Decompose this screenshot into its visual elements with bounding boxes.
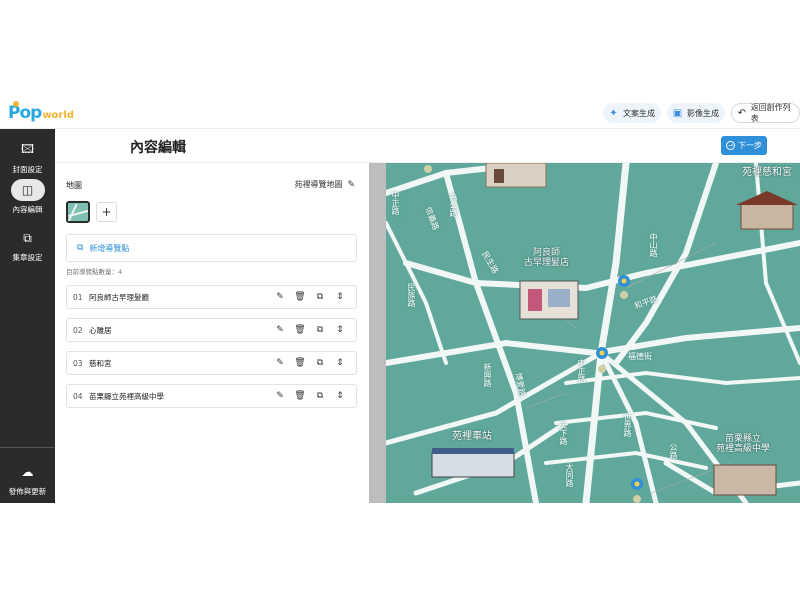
list-item[interactable]: 01 阿良師古早理髮廳 ✎ 🗑 ⧉ ⇕	[66, 285, 357, 309]
list-item[interactable]: 03 慈和宮 ✎ 🗑 ⧉ ⇕	[66, 351, 357, 375]
temple-image	[740, 202, 794, 230]
sidebar-item-label: 封面設定	[12, 165, 43, 174]
image-icon: 🖾	[20, 141, 35, 156]
point-name: 心雕居	[89, 325, 112, 335]
point-name: 苗栗縣立苑裡高級中學	[89, 391, 164, 401]
drag-handle-icon[interactable]: ⇕	[330, 292, 350, 302]
point-number: 02	[73, 325, 83, 335]
image-sparkle-icon: ▣	[672, 107, 683, 119]
add-external-icon: ⧉	[77, 243, 84, 253]
landmark-label-station: 苑裡車站	[452, 431, 492, 442]
edit-pencil-icon[interactable]: ✎	[347, 180, 355, 190]
cloud-upload-icon: ☁	[21, 465, 34, 479]
book-icon: ◫	[10, 179, 45, 201]
map-name-edit[interactable]: 苑裡導覽地圖 ✎	[294, 179, 355, 190]
street-label: 福德街	[628, 352, 652, 361]
delete-icon[interactable]: 🗑	[290, 292, 310, 302]
map-canvas[interactable]: 苑裡慈和宮 阿良師 古早理髮店 苑裡車站 苗栗縣立 苑裡高級中學 中山路 中正路…	[386, 163, 800, 503]
map-section-label: 地圖	[66, 181, 82, 190]
copy-generate-button[interactable]: ✦ 文案生成	[603, 103, 661, 123]
stamp-icon: ⧉	[23, 230, 32, 245]
point-count: 目前導覽點數量：4	[66, 268, 123, 276]
point-name: 阿良師古早理髮廳	[89, 292, 149, 302]
sidebar-item-publish[interactable]: ☁ 發佈與更新	[0, 461, 55, 497]
street-label: 民族路	[407, 283, 416, 307]
edit-icon[interactable]: ✎	[270, 325, 290, 335]
list-item[interactable]: 04 苗栗縣立苑裡高級中學 ✎ 🗑 ⧉ ⇕	[66, 384, 357, 408]
page-title: 內容編輯	[130, 140, 186, 156]
panel-separator	[369, 163, 386, 503]
point-name: 慈和宮	[89, 358, 112, 368]
sidebar-item-label: 發佈與更新	[8, 487, 47, 496]
sidebar-item-cover[interactable]: 🖾 封面設定	[0, 139, 55, 175]
delete-icon[interactable]: 🗑	[290, 325, 310, 335]
next-step-button[interactable]: → 下一步	[721, 136, 767, 155]
drag-handle-icon[interactable]: ⇕	[330, 391, 350, 401]
map-pin-icon[interactable]	[631, 478, 643, 503]
drag-handle-icon[interactable]: ⇕	[330, 325, 350, 335]
sparkle-icon: ✦	[609, 107, 618, 119]
duplicate-icon[interactable]: ⧉	[310, 292, 330, 302]
content-header: 內容編輯 → 下一步	[55, 129, 800, 163]
next-step-label: 下一步	[738, 141, 762, 150]
image-generate-button[interactable]: ▣ 影像生成	[667, 103, 725, 123]
back-arrow-icon: ↶	[737, 107, 747, 119]
add-map-button[interactable]: +	[96, 202, 117, 222]
arrow-right-circle-icon: →	[726, 141, 735, 150]
duplicate-icon[interactable]: ⧉	[310, 325, 330, 335]
station-image	[431, 452, 515, 478]
edit-icon[interactable]: ✎	[270, 292, 290, 302]
delete-icon[interactable]: 🗑	[290, 391, 310, 401]
sidebar-item-stamps[interactable]: ⧉ 集章設定	[0, 227, 55, 263]
popworld-logo[interactable]: Pop world	[8, 101, 74, 123]
street-label: 中正路	[577, 359, 586, 383]
map-thumbnail[interactable]	[66, 201, 90, 223]
landmark-label-school: 苗栗縣立 苑裡高級中學	[716, 434, 771, 454]
edit-icon[interactable]: ✎	[270, 391, 290, 401]
sidebar-item-label: 內容編輯	[12, 205, 43, 214]
add-point-button[interactable]: ⧉ 新增導覽點	[66, 234, 357, 262]
add-point-label: 新增導覽點	[89, 243, 130, 253]
sidebar-item-content[interactable]: ◫ 內容編輯	[0, 179, 55, 215]
school-image	[713, 464, 777, 496]
back-to-list-button[interactable]: ↶ 返回創作列表	[731, 103, 800, 123]
street-label: 為公路	[449, 193, 458, 217]
street-label: 世界路	[623, 413, 632, 437]
logo-sub-text: world	[42, 109, 74, 121]
landmark-label-barbershop: 阿良師 古早理髮店	[524, 248, 570, 268]
copy-generate-label: 文案生成	[623, 108, 655, 118]
point-number: 01	[73, 292, 83, 302]
duplicate-icon[interactable]: ⧉	[310, 391, 330, 401]
street-label: 天下路	[559, 421, 568, 445]
point-number: 03	[73, 358, 83, 368]
delete-icon[interactable]: 🗑	[290, 358, 310, 368]
edit-icon[interactable]: ✎	[270, 358, 290, 368]
street-label: 中山路	[649, 233, 658, 257]
street-label: 中正路	[391, 191, 400, 215]
drag-handle-icon[interactable]: ⇕	[330, 358, 350, 368]
logo-dot-icon	[13, 101, 19, 107]
editor-panel: 地圖 苑裡導覽地圖 ✎ + ⧉ 新增導覽點 目前導覽點數量：4 01 阿良師古早…	[55, 163, 369, 503]
sidebar-item-label: 集章設定	[12, 253, 43, 262]
duplicate-icon[interactable]: ⧉	[310, 358, 330, 368]
sidebar-divider	[0, 447, 55, 448]
point-number: 04	[73, 391, 83, 401]
street-label: 公路	[669, 443, 678, 459]
back-to-list-label: 返回創作列表	[750, 103, 791, 123]
sidebar: 🖾 封面設定 ◫ 內容編輯 ⧉ 集章設定 ☁ 發佈與更新	[0, 129, 55, 503]
list-item[interactable]: 02 心雕居 ✎ 🗑 ⧉ ⇕	[66, 318, 357, 342]
street-label: 新興路	[483, 363, 492, 387]
image-generate-label: 影像生成	[687, 108, 719, 118]
street-label: 大同路	[565, 463, 574, 487]
top-bar: Pop world ✦ 文案生成 ▣ 影像生成 ↶ 返回創作列表	[0, 97, 800, 129]
map-name: 苑裡導覽地圖	[294, 180, 343, 189]
landmark-label-temple: 苑裡慈和宮	[742, 167, 792, 178]
